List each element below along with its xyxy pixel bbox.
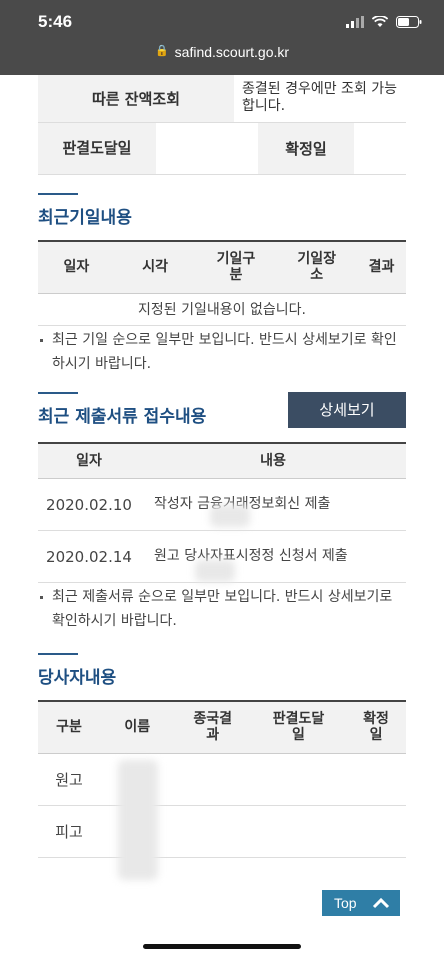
- hearing-col-time: 시각: [114, 241, 196, 294]
- chevron-up-icon: [372, 897, 390, 909]
- table-row: 피고: [38, 805, 406, 858]
- hearing-col-date: 일자: [38, 241, 115, 294]
- party-type: 원고: [38, 753, 101, 806]
- battery-icon: [396, 16, 422, 28]
- hearings-section-title: 최근기일내용: [38, 193, 132, 228]
- party-col-final-result: 종국결과: [174, 701, 251, 754]
- party-col-judgment-delivery: 판결도달일: [250, 701, 347, 754]
- table-row: 원고: [38, 753, 406, 806]
- filings-note: 최근 제출서류 순으로 일부만 보입니다. 반드시 상세보기로 확인하시기 바랍…: [38, 585, 406, 633]
- top-button[interactable]: Top: [322, 890, 400, 916]
- filing-col-content: 내용: [140, 442, 406, 479]
- judgment-delivery-label: 판결도달일: [38, 122, 156, 175]
- signal-icon: [346, 16, 364, 28]
- page-content: 따른 잔액조회 종결된 경우에만 조회 가능합니다. 판결도달일 확정일 최근기…: [38, 75, 406, 858]
- hearings-note: 최근 기일 순으로 일부만 보입니다. 반드시 상세보기로 확인하시기 바랍니다…: [38, 328, 406, 376]
- filing-col-date: 일자: [38, 442, 140, 479]
- detail-view-button[interactable]: 상세보기: [288, 391, 406, 428]
- url-text: safind.scourt.go.kr: [174, 44, 290, 60]
- finalization-label: 확정일: [258, 122, 354, 175]
- filings-section-title: 최근 제출서류 접수내용: [38, 391, 206, 427]
- balance-query-label: 따른 잔액조회: [38, 75, 234, 123]
- hearing-col-place: 기일장소: [276, 241, 358, 294]
- hearings-table: 일자 시각 기일구분 기일장소 결과 지정된 기일내용이 없습니다.: [38, 240, 406, 326]
- home-indicator[interactable]: [143, 944, 301, 949]
- address-bar[interactable]: 🔒 safind.scourt.go.kr: [0, 44, 444, 75]
- judgment-dates-table: 판결도달일 확정일: [38, 122, 406, 175]
- lock-icon: 🔒: [154, 45, 169, 57]
- redaction-blur: [210, 505, 250, 527]
- filing-date: 2020.02.14: [38, 530, 140, 583]
- party-type: 피고: [38, 805, 101, 858]
- status-icons: [346, 16, 422, 28]
- filing-date: 2020.02.10: [38, 478, 140, 531]
- party-col-finalization: 확정일: [346, 701, 406, 754]
- parties-section-title: 당사자내용: [38, 653, 116, 688]
- finalization-value: [354, 122, 406, 175]
- party-col-name: 이름: [100, 701, 175, 754]
- parties-table: 구분 이름 종국결과 판결도달일 확정일 원고 피고: [38, 700, 406, 858]
- case-info-table: 따른 잔액조회 종결된 경우에만 조회 가능합니다.: [38, 75, 406, 123]
- redaction-blur: [195, 560, 235, 582]
- redaction-blur: [118, 760, 158, 880]
- status-time: 5:46: [38, 12, 73, 31]
- filings-header: 최근 제출서류 접수내용 상세보기: [38, 391, 406, 432]
- filing-content: 작성자 금융거래정보회신 제출: [140, 478, 406, 531]
- hearing-col-result: 결과: [357, 241, 406, 294]
- party-col-type: 구분: [38, 701, 101, 754]
- hearings-empty-message: 지정된 기일내용이 없습니다.: [38, 293, 406, 326]
- status-bar: 5:46: [0, 0, 444, 44]
- wifi-icon: [372, 16, 388, 27]
- balance-query-value: 종결된 경우에만 조회 가능합니다.: [234, 75, 406, 123]
- hearing-col-type: 기일구분: [195, 241, 277, 294]
- top-button-label: Top: [334, 895, 357, 911]
- judgment-delivery-value: [156, 122, 258, 175]
- filing-content: 원고 당사자표시정정 신청서 제출: [140, 530, 406, 583]
